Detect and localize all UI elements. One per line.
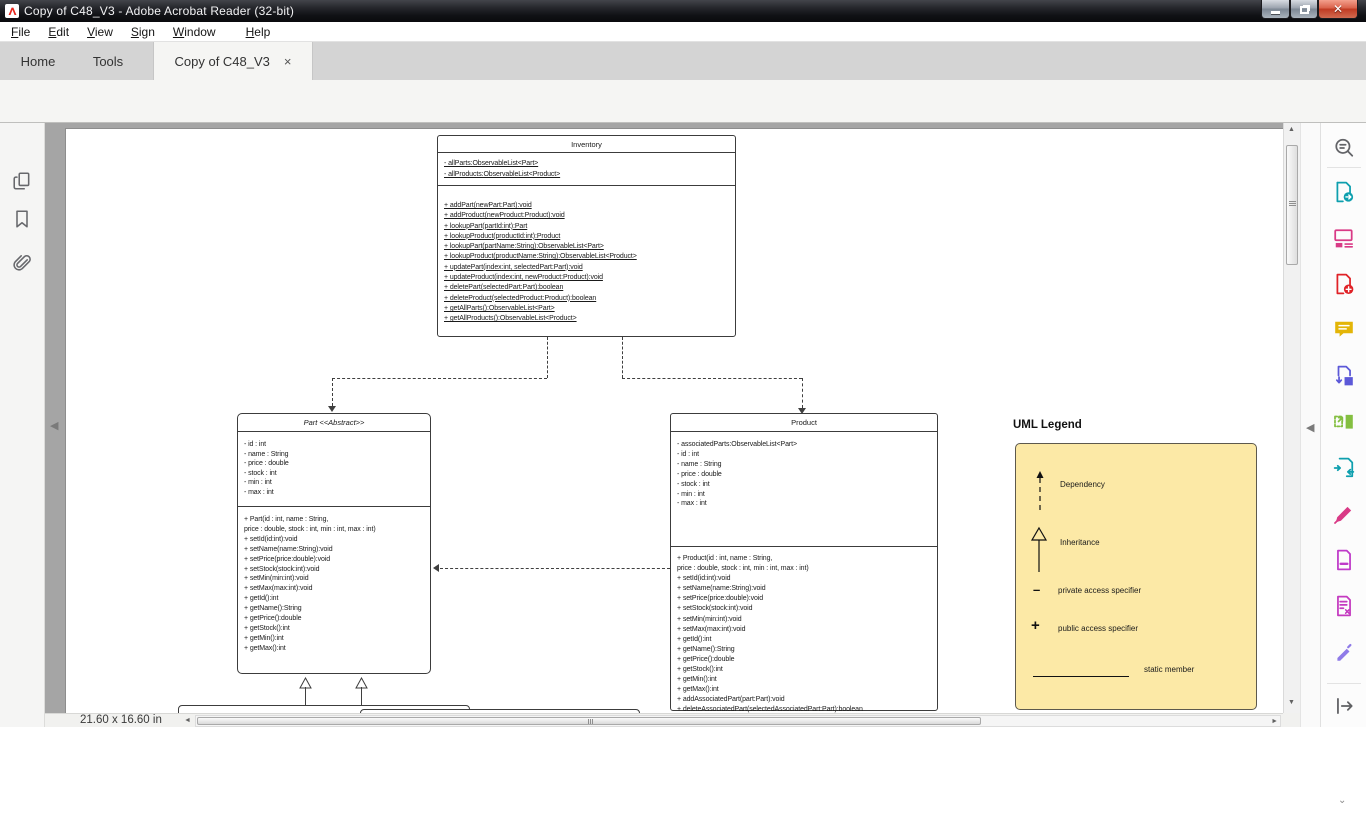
private-specifier-icon: – [1033,582,1040,597]
organize-pages-icon[interactable] [1333,411,1355,433]
combine-files-icon[interactable] [1333,365,1355,387]
uml-fields-part: - id : int- name : String- price : doubl… [238,432,430,507]
tab-tools[interactable]: Tools [80,42,136,80]
tab-document-label: Copy of C48_V3 [175,54,270,69]
legend-private-label: private access specifier [1058,586,1141,595]
comment-tool-icon[interactable] [1333,319,1355,341]
menu-help[interactable]: Help [237,25,280,39]
bookmarks-icon[interactable] [12,209,32,229]
chevron-down-icon[interactable]: ⌄ [1338,795,1346,806]
dependency-legend-icon [1034,470,1046,516]
uml-class-product: Product - associatedParts:ObservableList… [670,413,938,711]
document-canvas[interactable]: Inventory - allParts:ObservableList<Part… [45,123,1283,713]
search-tools-icon[interactable] [1333,137,1355,159]
legend-box: Dependency Inheritance – private access … [1015,443,1257,710]
dependency-line [622,337,623,378]
uml-class-inventory: Inventory - allParts:ObservableList<Part… [437,135,736,337]
inheritance-legend-icon [1030,526,1048,574]
dependency-arrowhead-icon [433,564,439,572]
inheritance-line [305,687,306,705]
scrollbar-corner [1283,713,1300,727]
legend-title: UML Legend [1013,419,1082,431]
panel-gap-strip: ◀ [1300,123,1320,727]
adobe-pdf-icon [5,4,19,18]
dependency-line [332,378,333,406]
legend-inheritance-label: Inheritance [1060,538,1100,547]
tab-home[interactable]: Home [10,42,66,80]
dependency-line [440,568,670,569]
legend-dependency-label: Dependency [1060,480,1105,489]
dependency-line [332,378,547,379]
edit-pdf-icon[interactable] [1333,227,1355,249]
tools-panel: ⌄ [1320,123,1366,727]
uml-fields-inventory: - allParts:ObservableList<Part>- allProd… [438,153,735,186]
vertical-scrollbar[interactable]: ▲ ▼ [1283,123,1300,713]
dependency-arrowhead-icon [328,406,336,412]
attachments-icon[interactable] [12,253,32,273]
close-button[interactable]: ✕ [1318,0,1358,19]
panel-separator [1327,167,1361,168]
more-tools-pen-icon[interactable] [1333,641,1355,663]
menu-edit[interactable]: Edit [39,25,78,39]
tab-bar: Home Tools Copy of C48_V3 × ? Sign In [0,42,1366,80]
page-dimensions-label: 21.60 x 16.60 in [80,714,162,726]
tab-document[interactable]: Copy of C48_V3 × [153,42,313,80]
dependency-line [802,378,803,408]
horizontal-scroll-thumb[interactable] [197,717,981,725]
tab-close-icon[interactable]: × [284,54,292,69]
menu-sign[interactable]: Sign [122,25,164,39]
status-bar: 21.60 x 16.60 in ◄ ► [45,713,1283,727]
menu-bar: File Edit View Sign Window Help [0,22,1366,42]
dependency-line [622,378,802,379]
legend-public-label: public access specifier [1058,624,1138,633]
uml-class-title: Inventory [438,136,735,153]
dependency-line [547,337,548,378]
left-nav-panel [0,123,45,727]
scroll-right-icon[interactable]: ► [1271,718,1278,725]
minimize-button[interactable] [1261,0,1290,19]
uml-fields-product: - associatedParts:ObservableList<Part>- … [671,432,937,547]
uml-methods-part: + Part(id : int, name : String,price : d… [238,507,430,659]
panel-separator [1327,683,1361,684]
open-pane-icon[interactable] [1333,695,1355,717]
static-member-underline-icon [1033,676,1129,677]
protect-pdf-icon[interactable] [1333,549,1355,571]
create-pdf-icon[interactable] [1333,273,1355,295]
uml-class-title: Product [671,414,937,432]
menu-window[interactable]: Window [164,25,225,39]
title-bar: Copy of C48_V3 - Adobe Acrobat Reader (3… [0,0,1366,22]
public-specifier-icon: + [1031,617,1040,634]
export-pdf-icon[interactable] [1333,181,1355,203]
prepare-form-icon[interactable] [1333,595,1355,617]
scroll-up-icon[interactable]: ▲ [1288,126,1295,133]
page-thumbnails-icon[interactable] [12,171,32,191]
horizontal-scrollbar[interactable]: ► [195,715,1281,727]
fill-sign-tool-icon[interactable] [1333,503,1355,525]
compress-pdf-icon[interactable] [1333,457,1355,479]
menu-view[interactable]: View [78,25,122,39]
menu-file[interactable]: File [2,25,39,39]
collapse-right-pane-icon[interactable]: ◀ [1306,421,1314,434]
uml-methods-product: + Product(id : int, name : String,price … [671,547,937,713]
uml-class-title: Part <<Abstract>> [238,414,430,432]
scroll-left-icon[interactable]: ◄ [184,717,191,724]
legend-static-label: static member [1144,665,1194,674]
acrobat-reader-window: Copy of C48_V3 - Adobe Acrobat Reader (3… [0,0,1366,823]
uml-methods-inventory: + addPart(newPart:Part):void+ addProduct… [438,186,735,330]
toolbar: 1 / 1 70% ▾ ▾ [0,80,1366,123]
uml-class-part: Part <<Abstract>> - id : int- name : Str… [237,413,431,674]
collapse-left-pane-icon[interactable]: ◀ [50,419,58,432]
window-title: Copy of C48_V3 - Adobe Acrobat Reader (3… [24,4,294,18]
restore-button[interactable] [1290,0,1318,19]
scroll-down-icon[interactable]: ▼ [1288,699,1295,706]
vertical-scroll-thumb[interactable] [1286,145,1298,265]
